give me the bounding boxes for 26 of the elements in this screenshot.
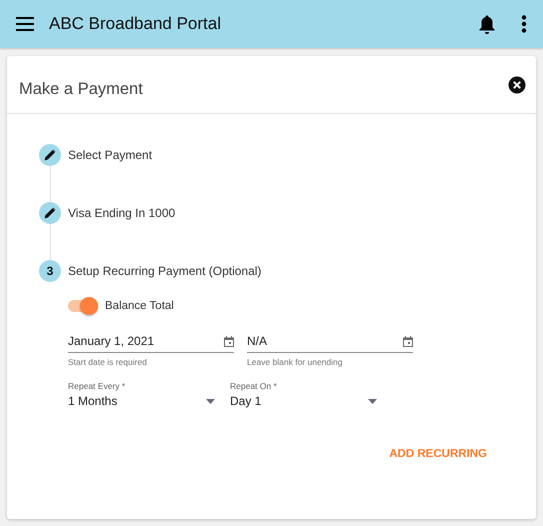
date-field[interactable]: N/A xyxy=(247,332,413,353)
menu-icon[interactable] xyxy=(16,17,34,31)
field-label: Repeat Every * xyxy=(68,381,126,391)
helper-text: Leave blank for unending xyxy=(247,357,344,367)
step-label: Visa Ending In 1000 xyxy=(68,206,176,220)
select-field[interactable]: 1 Months xyxy=(68,394,215,408)
step-label: Select Payment xyxy=(68,148,152,162)
close-icon[interactable] xyxy=(508,76,526,94)
pencil-icon xyxy=(39,144,61,166)
calendar-icon[interactable] xyxy=(403,336,413,346)
date-field[interactable]: January 1, 2021 xyxy=(68,332,234,353)
dialog-title: Make a Payment xyxy=(19,80,143,99)
step-label: Setup Recurring Payment (Optional) xyxy=(68,264,262,278)
field-label: Repeat On * xyxy=(230,381,278,391)
bell-icon[interactable] xyxy=(479,14,495,34)
pencil-icon xyxy=(39,202,61,224)
app-title: ABC Broadband Portal xyxy=(49,14,222,34)
more-icon[interactable] xyxy=(521,15,527,33)
toggle-switch[interactable] xyxy=(68,300,98,312)
toggle-label: Balance Total xyxy=(105,300,174,312)
calendar-icon[interactable] xyxy=(224,336,234,346)
dropdown-caret-icon xyxy=(206,398,215,404)
helper-text: Start date is required xyxy=(68,357,148,367)
select-field[interactable]: Day 1 xyxy=(230,394,377,408)
dropdown-caret-icon xyxy=(368,398,377,404)
step-number: 3 xyxy=(39,260,61,282)
